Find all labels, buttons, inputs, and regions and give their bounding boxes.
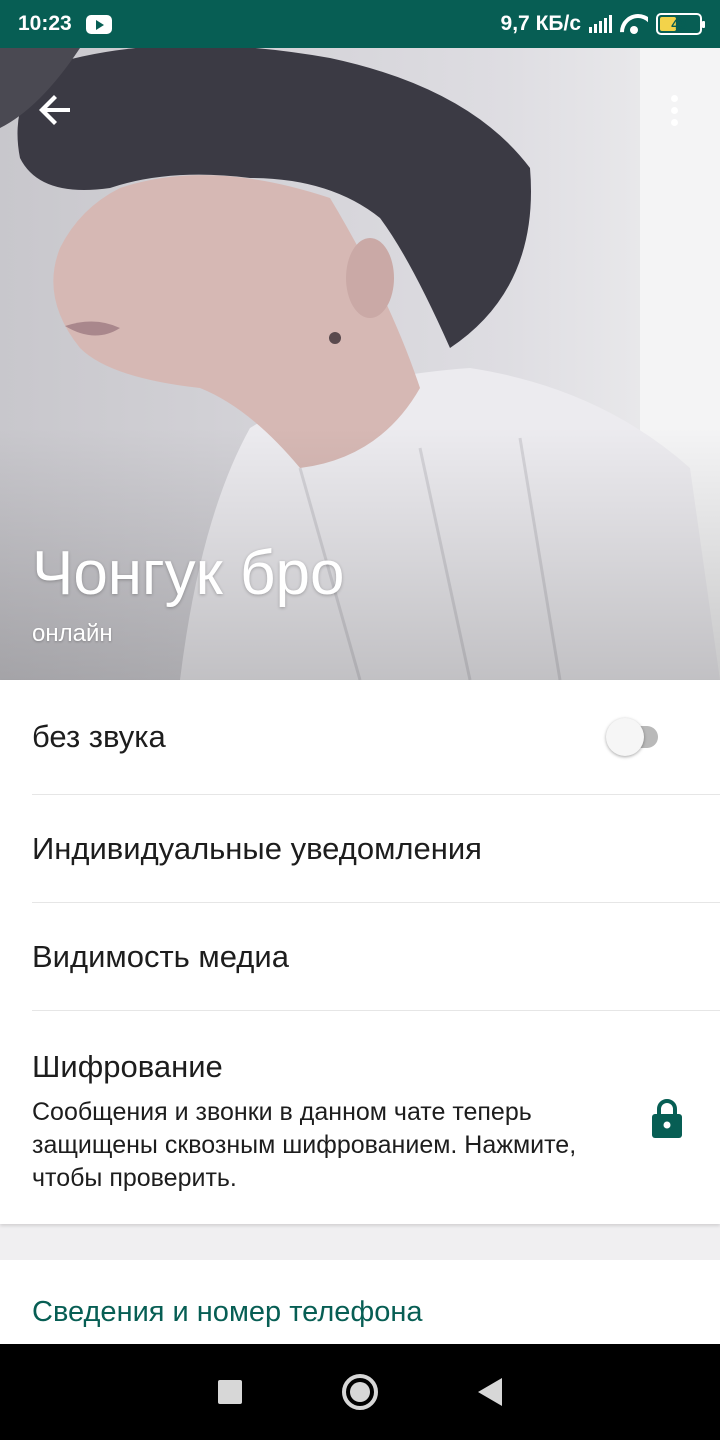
info-section-title: Сведения и номер телефона [32,1296,423,1328]
status-right: 9,7 КБ/с 43 [500,12,705,36]
media-visibility-row[interactable]: Видимость медиа [0,903,720,1010]
encryption-title: Шифрование [32,1049,223,1084]
home-button[interactable] [342,1374,378,1410]
recents-button[interactable] [218,1380,242,1404]
more-dot [670,94,678,102]
info-card: Сведения и номер телефона [0,1260,720,1344]
signal-icon [589,15,612,33]
battery-icon: 43 [656,13,705,35]
network-speed: 9,7 КБ/с [500,12,581,35]
contact-name: Чонгук бро [32,539,345,608]
mute-row[interactable]: без звука [0,680,720,794]
back-button[interactable] [478,1378,502,1406]
custom-notifications-row[interactable]: Индивидуальные уведомления [0,795,720,902]
lock-icon [652,1099,682,1138]
youtube-icon [85,14,112,34]
more-dot [670,118,678,126]
status-bar: 10:23 9,7 КБ/с 43 [0,0,720,48]
custom-notifications-label: Индивидуальные уведомления [32,830,482,866]
encryption-description: Сообщения и звонки в данном чате теперь … [32,1098,577,1192]
chat-settings-card: без звука Индивидуальные уведомления Вид… [0,680,720,1224]
mute-toggle[interactable] [606,716,668,756]
more-vert-icon[interactable] [658,86,690,134]
mute-label: без звука [32,719,166,754]
battery-percent: 43 [671,16,687,32]
back-arrow-icon[interactable] [32,86,80,134]
wifi-icon [620,14,648,34]
contact-status: онлайн [32,620,113,647]
more-dot [670,106,678,114]
status-time: 10:23 [18,12,72,35]
toggle-thumb [606,718,644,756]
system-nav-bar [0,1344,720,1440]
profile-header: Чонгук бро онлайн [0,48,720,680]
media-visibility-label: Видимость медиа [32,938,289,974]
